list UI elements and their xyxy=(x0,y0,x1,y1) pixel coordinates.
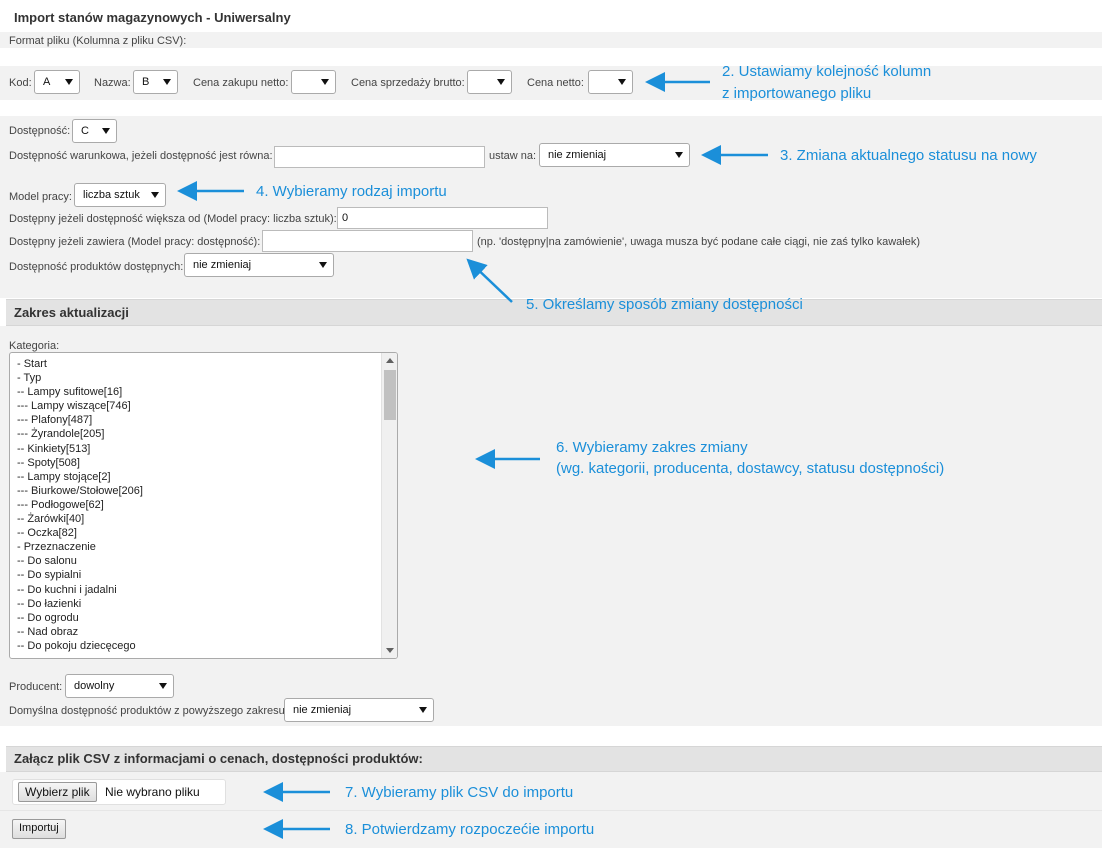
annotation-4: 4. Wybieramy rodzaj importu xyxy=(256,183,447,200)
annotation-2-line2: z importowanego pliku xyxy=(722,85,872,102)
annotation-7: 7. Wybieramy plik CSV do importu xyxy=(345,784,574,801)
annotation-3: 3. Zmiana aktualnego statusu na nowy xyxy=(780,147,1037,164)
annotation-6-line1: 6. Wybieramy zakres zmiany xyxy=(556,439,748,456)
annotation-6-line2: (wg. kategorii, producenta, dostawcy, st… xyxy=(556,460,945,477)
annotation-arrows xyxy=(177,72,768,839)
annotation-8: 8. Potwierdzamy rozpoczećie importu xyxy=(345,821,595,838)
arrow-5 xyxy=(466,258,513,303)
annotation-5: 5. Określamy sposób zmiany dostępności xyxy=(526,296,803,313)
annotation-2-line1: 2. Ustawiamy kolejność kolumn xyxy=(722,63,932,80)
